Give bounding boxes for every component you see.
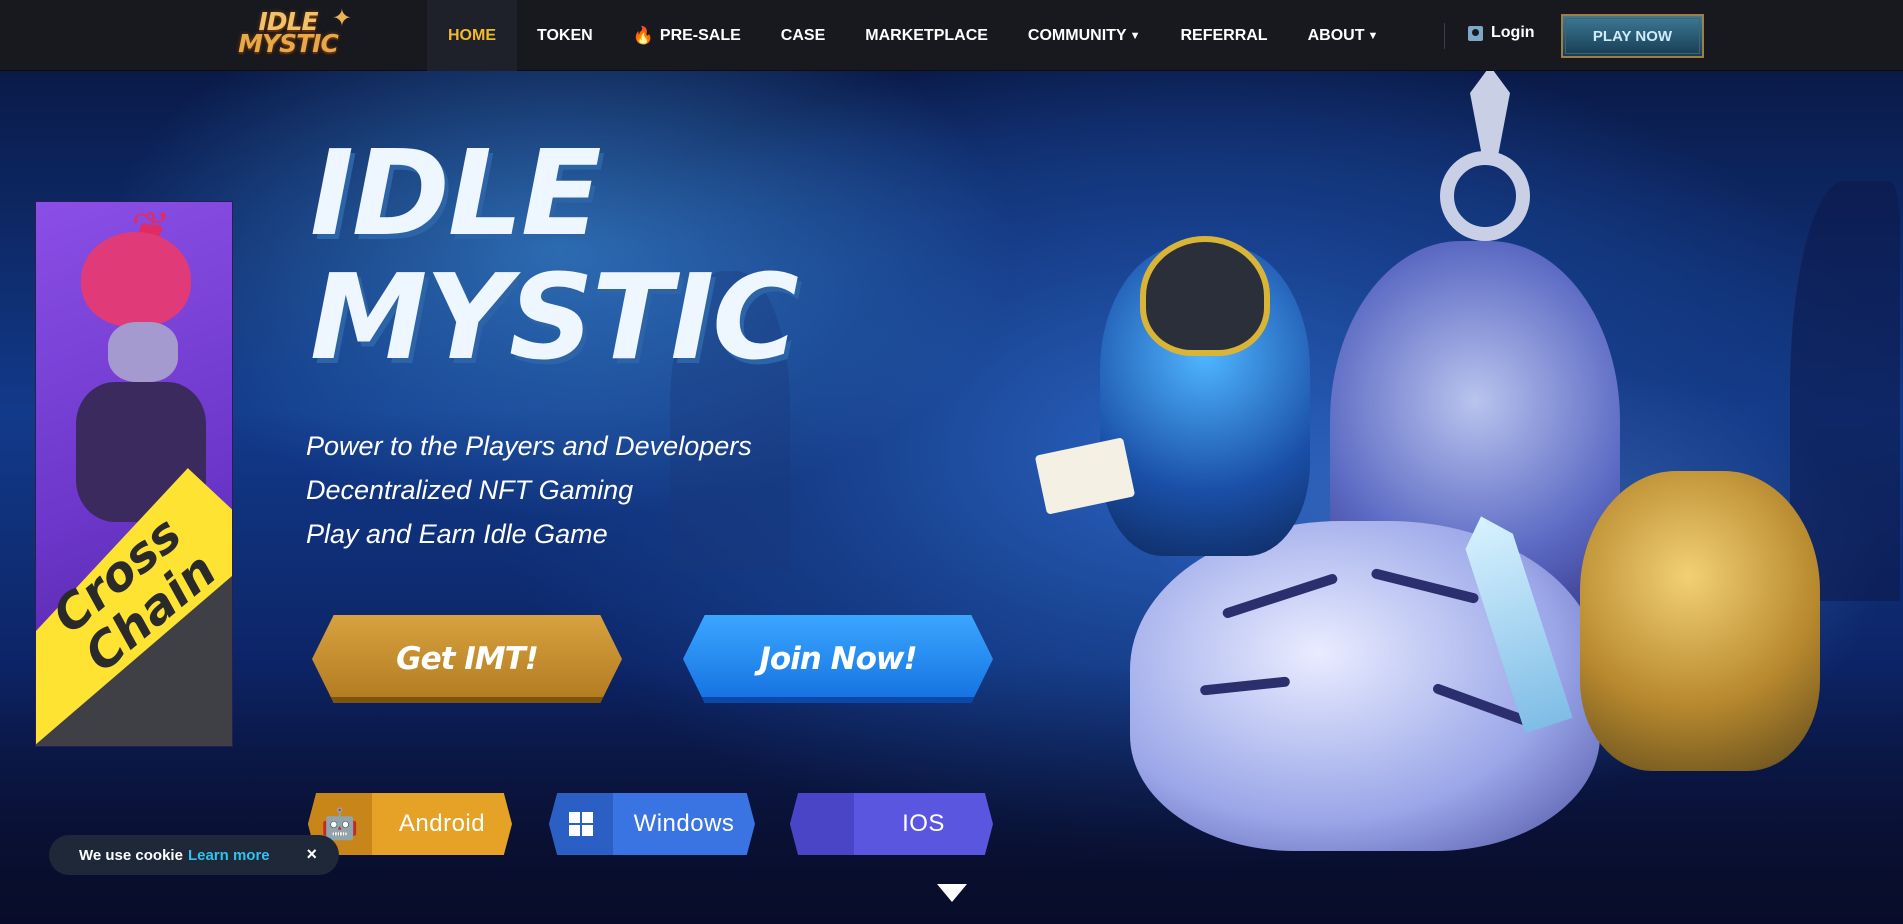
main-menu: HOME TOKEN 🔥 PRE-SALE CASE MARKETPLACE CO…	[427, 0, 1398, 71]
fire-icon: 🔥	[632, 25, 654, 45]
caret-down-icon: ▼	[1367, 29, 1379, 42]
close-icon[interactable]: ×	[306, 844, 317, 864]
windows-icon	[549, 793, 613, 855]
cookie-notice: We use cookie Learn more ×	[49, 835, 339, 875]
nav-item-home[interactable]: HOME	[427, 0, 517, 71]
nav-item-token[interactable]: TOKEN	[517, 0, 613, 71]
android-download-button[interactable]: 🤖 Android	[308, 793, 512, 855]
hero-taglines: Power to the Players and Developers Dece…	[306, 424, 752, 556]
logo-wing-icon: ✦	[331, 5, 352, 32]
mage-character-art	[1100, 236, 1310, 556]
top-navbar: IDLE MYSTIC ✦ HOME TOKEN 🔥 PRE-SALE CASE …	[0, 0, 1903, 71]
hero-title: IDLE MYSTIC	[310, 124, 799, 386]
mage-helmet	[1140, 236, 1270, 356]
tagline-line: Play and Earn Idle Game	[306, 519, 608, 549]
windows-download-button[interactable]: Windows	[549, 793, 755, 855]
nav-item-referral[interactable]: REFERRAL	[1160, 0, 1287, 71]
cross-chain-banner[interactable]: ❦ Cross Chain	[35, 201, 233, 747]
ios-download-button[interactable]: IOS	[790, 793, 993, 855]
play-now-button[interactable]: PLAY NOW	[1561, 14, 1704, 58]
banner-character-hair	[81, 232, 191, 327]
hero-section: ❦ Cross Chain IDLE MYSTIC Power to the P…	[0, 71, 1903, 924]
tagline-line: Power to the Players and Developers	[306, 431, 752, 461]
get-imt-button[interactable]: Get IMT!	[312, 615, 622, 703]
caret-down-icon: ▼	[1129, 29, 1141, 42]
nav-item-marketplace[interactable]: MARKETPLACE	[845, 0, 1008, 71]
golden-warrior-art	[1580, 471, 1820, 771]
user-icon	[1468, 25, 1483, 41]
nav-item-about[interactable]: ABOUT ▼	[1288, 0, 1399, 71]
banner-character-face	[108, 322, 178, 382]
cookie-text: We use cookie	[79, 846, 183, 864]
tagline-line: Decentralized NFT Gaming	[306, 475, 634, 505]
cookie-learn-more-link[interactable]: Learn more	[188, 847, 270, 864]
nav-item-case[interactable]: CASE	[761, 0, 845, 71]
knight-helmet-ring	[1440, 151, 1530, 241]
idle-mystic-logo[interactable]: IDLE MYSTIC ✦	[222, 4, 354, 66]
nav-item-pre-sale[interactable]: 🔥 PRE-SALE	[613, 0, 761, 71]
scroll-down-arrow-icon[interactable]	[937, 884, 967, 902]
knight-helmet-blade	[1470, 71, 1510, 156]
login-label: Login	[1491, 24, 1535, 41]
page: IDLE MYSTIC ✦ HOME TOKEN 🔥 PRE-SALE CASE …	[0, 0, 1903, 924]
login-link[interactable]: Login	[1468, 24, 1535, 42]
apple-icon	[790, 793, 854, 855]
join-now-button[interactable]: Join Now!	[683, 615, 993, 703]
nav-divider	[1444, 23, 1445, 49]
nav-item-community[interactable]: COMMUNITY ▼	[1008, 0, 1161, 71]
